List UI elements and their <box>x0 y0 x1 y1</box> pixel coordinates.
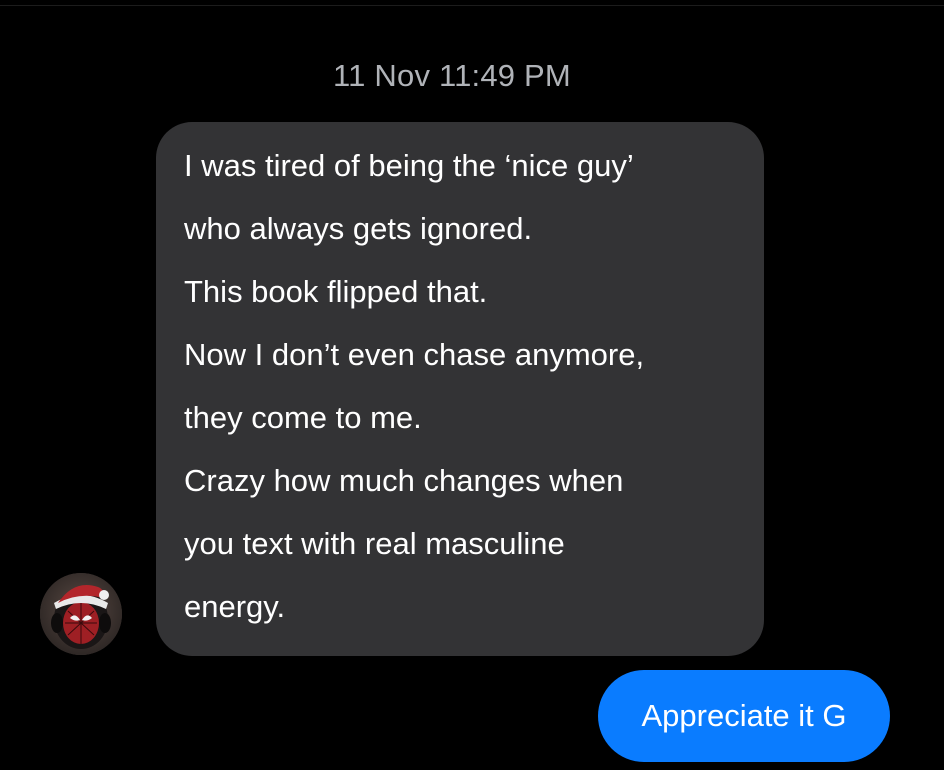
message-line: Now I don’t even chase anymore, <box>184 337 645 372</box>
message-line: you text with real masculine <box>184 526 565 561</box>
incoming-message-bubble[interactable]: I was tired of being the ‘nice guy’ who … <box>156 122 764 656</box>
message-line: Crazy how much changes when <box>184 463 624 498</box>
spiderman-santa-avatar-icon <box>40 573 122 655</box>
message-line: who always gets ignored. <box>184 211 533 246</box>
message-line: they come to me. <box>184 400 422 435</box>
message-line: This book flipped that. <box>184 274 488 309</box>
outgoing-message-bubble[interactable]: Appreciate it G <box>598 670 890 762</box>
message-line: I was tired of being the ‘nice guy’ <box>184 148 634 183</box>
sender-avatar[interactable] <box>40 573 122 655</box>
message-timestamp: 11 Nov 11:49 PM <box>333 58 571 93</box>
outgoing-message-text: Appreciate it G <box>641 698 847 733</box>
top-divider <box>0 5 944 6</box>
message-line: energy. <box>184 589 286 624</box>
